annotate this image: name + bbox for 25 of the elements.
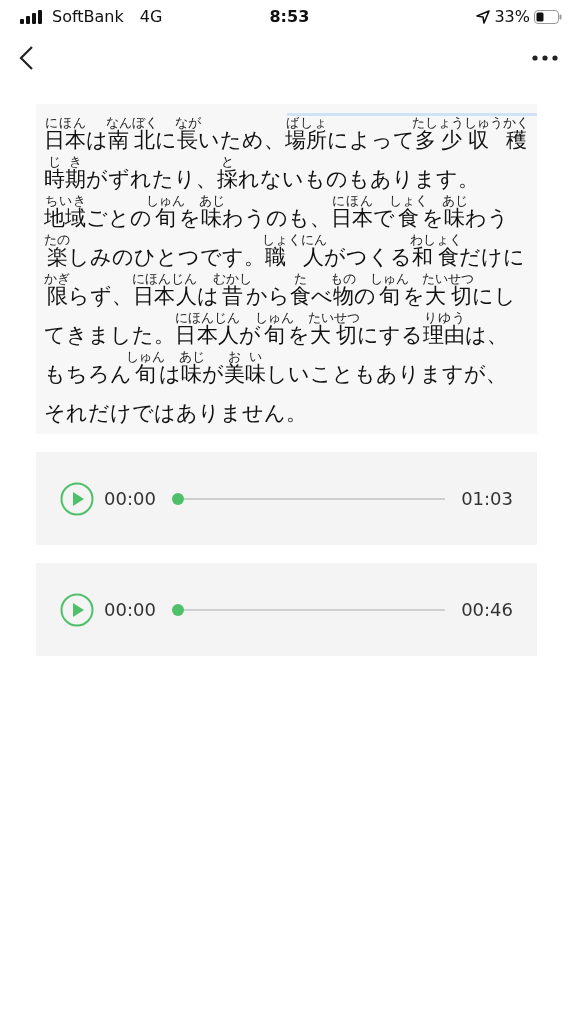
text-line: それだけではありません。 bbox=[44, 400, 308, 426]
text-line: てきました。日本人 にほんじん が旬 しゅん を大切 たいせつ にする理由 りゆう は、 bbox=[44, 309, 510, 348]
text-line: 時期 じき がずれたり、採 と れないものもあります。 bbox=[44, 153, 480, 192]
play-icon[interactable] bbox=[60, 592, 94, 627]
slider-thumb[interactable] bbox=[171, 603, 184, 616]
text-line: 限 かぎ らず、日本人 にほんじん は 昔 むかし から食 た べ物 もの の 旬 しゅん を大切 たいせつ にし bbox=[44, 270, 517, 309]
location-icon bbox=[476, 10, 491, 24]
back-icon[interactable] bbox=[18, 45, 34, 71]
text-line: 日本 にほん は南北 なんぼく に長 なが いため、場所 ばしょ によって多少収 穫 たしょうしゅうかく bbox=[44, 114, 531, 153]
network-type: 4G bbox=[139, 6, 163, 28]
text-line: もちろん 旬 しゅん は味 あじ が美味 おい しいこともありますが、 bbox=[44, 348, 508, 387]
current-time: 00:00 bbox=[104, 598, 156, 622]
text-line: 楽 たの しみのひとつです。職 人 しょくにん がつくる和食 わしょく だけに bbox=[44, 231, 527, 270]
current-time: 00:00 bbox=[104, 487, 156, 511]
carrier-name: SoftBank bbox=[52, 6, 124, 28]
status-time: 8:53 bbox=[268, 6, 311, 28]
battery-percent: 33% bbox=[494, 6, 530, 28]
play-icon[interactable] bbox=[60, 481, 94, 516]
duration-time: 00:46 bbox=[461, 598, 513, 622]
more-icon[interactable] bbox=[532, 55, 558, 61]
slider-thumb[interactable] bbox=[171, 492, 184, 505]
text-line: 地域 ちいき ごとの 旬 しゅん を味 あじ わうのも、日本 にほん で食 しょく を味 あじ わう bbox=[44, 192, 510, 231]
signal-icon bbox=[20, 10, 44, 24]
battery-icon bbox=[534, 10, 562, 24]
duration-time: 01:03 bbox=[461, 487, 513, 511]
